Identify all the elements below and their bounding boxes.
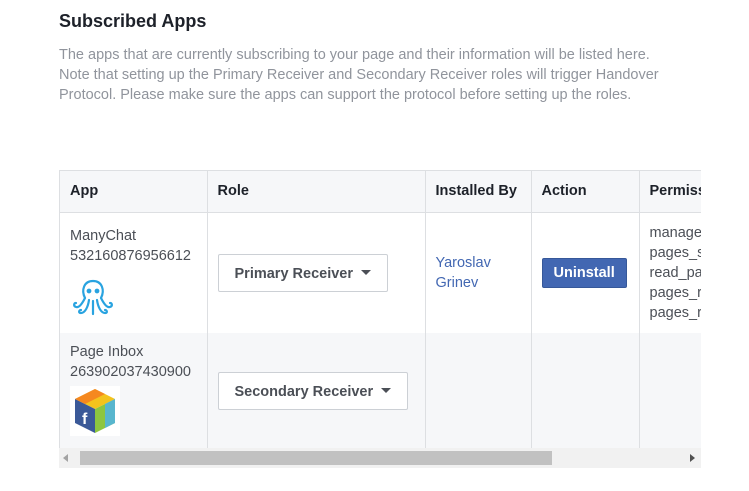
scroll-left-arrow-icon[interactable] [63,454,68,462]
role-cell: Primary Receiver [207,212,426,333]
page-inbox-cube-icon: f [70,385,197,440]
app-name: ManyChat [70,227,137,244]
col-header-action: Action [531,171,640,213]
uninstall-button[interactable]: Uninstall [541,257,627,288]
role-dropdown[interactable]: Secondary Receiver [217,371,409,410]
table-row: Page Inbox 263902037430900 f Secondary R… [60,332,701,449]
permission-item: pages_r [649,304,702,321]
apps-table-container: App Role Installed By Action Permiss Man… [59,170,701,468]
col-header-permissions: Permiss [639,171,701,213]
role-dropdown[interactable]: Primary Receiver [217,253,388,292]
role-cell: Secondary Receiver [207,332,426,449]
permission-item: manage [649,224,702,241]
col-header-app: App [60,171,208,213]
app-cell: Page Inbox 263902037430900 f [60,332,208,449]
col-header-role: Role [207,171,426,213]
permission-item: read_pa [649,264,702,281]
action-cell [531,332,640,449]
scrollbar-thumb[interactable] [80,451,552,465]
permissions-cell: manage pages_s read_pa pages_r pages_r [639,212,701,333]
permission-item: pages_r [649,284,702,301]
app-id: 263902037430900 [70,363,191,380]
caret-down-icon [361,270,371,276]
installer-first-name[interactable]: Yaroslav [436,253,521,273]
scroll-right-arrow-icon[interactable] [690,454,695,462]
horizontal-scrollbar[interactable] [59,448,701,468]
section-description: The apps that are currently subscribing … [59,47,659,103]
table-row: ManyChat 532160876956612 Primary Receive… [60,212,701,333]
role-dropdown-label: Primary Receiver [234,265,354,282]
installed-by-cell [425,332,532,449]
svg-text:f: f [82,411,88,428]
role-dropdown-label: Secondary Receiver [234,383,374,400]
action-cell: Uninstall [531,212,640,333]
caret-down-icon [381,388,392,394]
app-id: 532160876956612 [70,247,191,264]
apps-table: App Role Installed By Action Permiss Man… [60,171,701,449]
installer-last-name[interactable]: Grinev [436,273,521,293]
permissions-cell [639,332,701,449]
manychat-logo-icon [70,276,197,324]
permission-item: pages_s [649,244,702,261]
col-header-installed-by: Installed By [425,171,532,213]
app-cell: ManyChat 532160876956612 [60,212,208,333]
installed-by-cell: Yaroslav Grinev [425,212,532,333]
app-name: Page Inbox [70,343,144,360]
table-header-row: App Role Installed By Action Permiss [60,171,701,213]
section-title: Subscribed Apps [59,11,207,31]
